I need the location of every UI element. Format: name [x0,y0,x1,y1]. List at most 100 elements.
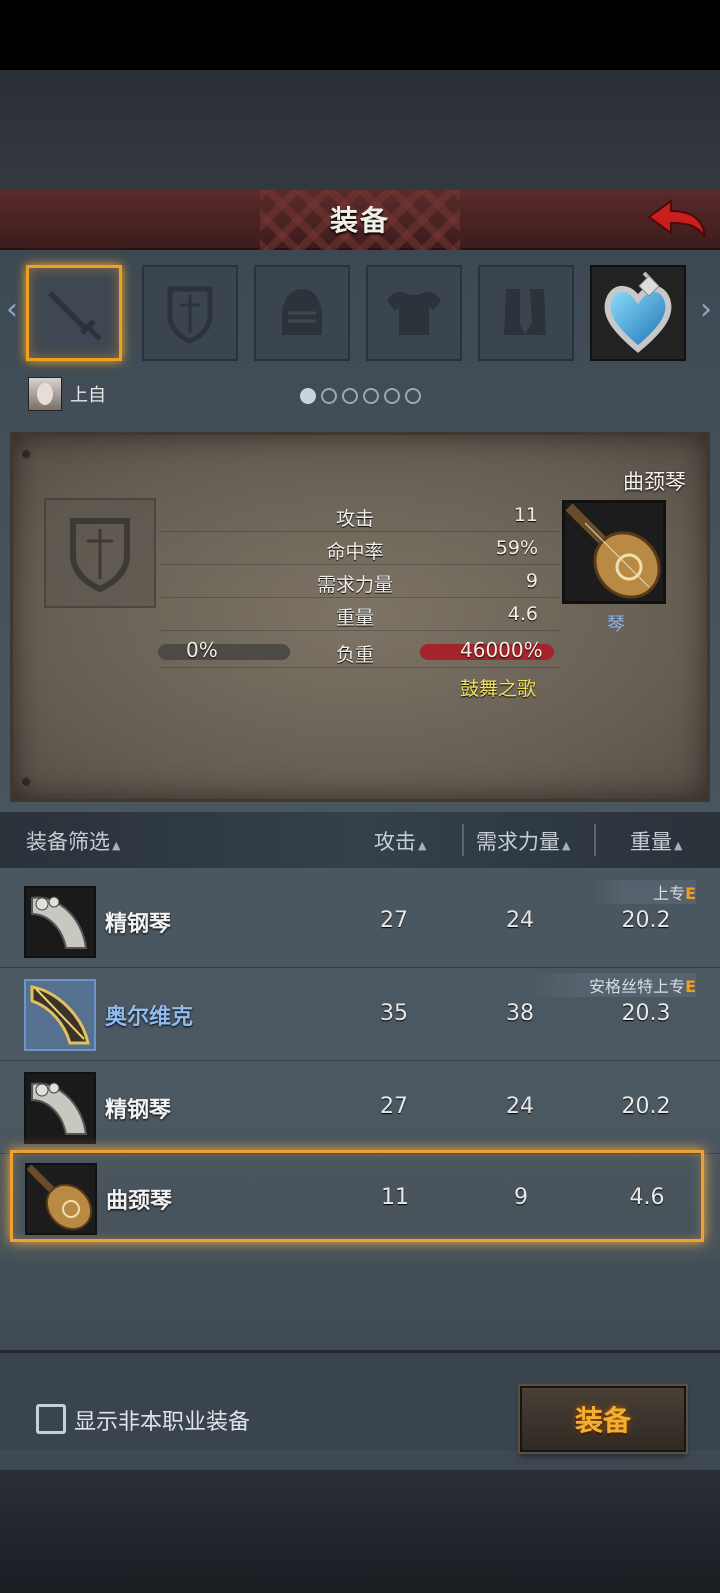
item-attack: 11 [381,1185,409,1210]
stat-value: 4.6 [507,603,538,625]
page-dot [384,388,400,404]
heart-pendant-icon [604,271,672,353]
show-other-class-checkbox[interactable] [36,1404,66,1434]
slot-helmet[interactable] [254,265,350,361]
stat-row-weight: 重量 4.6 [160,599,560,631]
background-lower [0,1470,720,1593]
page-dot [363,388,379,404]
list-empty-area [0,1262,720,1350]
item-weight: 20.2 [621,1094,671,1119]
sort-triangle-icon: ▲ [418,839,427,852]
background-upper [0,70,720,190]
stat-label: 重量 [335,607,374,629]
item-strength: 24 [506,908,534,933]
item-name: 精钢琴 [105,1098,172,1123]
column-divider [594,824,596,856]
list-item[interactable]: 上专E 精钢琴 27 24 20.2 [0,876,720,968]
nail-icon [20,776,32,788]
list-item-selected[interactable]: 曲颈琴 11 9 4.6 [10,1150,704,1242]
sword-icon [48,291,102,341]
set-name: 鼓舞之歌 [459,678,536,700]
item-weight: 20.3 [621,1001,671,1026]
sort-strength[interactable]: 需求力量 ▲ [476,826,570,856]
stat-label: 攻击 [335,508,374,530]
item-name: 精钢琴 [105,912,172,937]
lute-icon [27,1165,95,1233]
sort-attack[interactable]: 攻击 ▲ [374,826,426,856]
stat-label: 命中率 [326,541,384,563]
armor-icon [387,291,441,335]
item-weight: 4.6 [629,1185,665,1210]
slot-weapon[interactable] [26,265,122,361]
item-weight: 20.2 [621,908,671,933]
stat-label: 负重 [335,644,374,666]
slot-boots[interactable] [478,265,574,361]
load-percent-new: 46000% [460,638,543,662]
item-strength: 38 [506,1001,534,1026]
stat-row-accuracy: 命中率 59% [160,533,560,565]
item-icon [562,500,666,604]
page-dot [405,388,421,404]
grade-text: E [685,884,696,903]
steel-lute-icon [26,1074,94,1142]
item-strength: 24 [506,1094,534,1119]
grade-text: E [685,977,696,996]
list-item[interactable]: 安格丝特上专E 奥尔维克 35 38 20.3 [0,969,720,1061]
nail-icon [20,448,32,460]
col-strength-label: 需求力量 [476,830,560,854]
sort-triangle-icon: ▲ [112,839,121,852]
item-attack: 27 [380,908,408,933]
character-name: 上自 [70,385,106,406]
item-thumbnail [24,886,96,958]
item-thumbnail [25,1163,97,1235]
character-avatar [28,377,62,411]
class-tag-text: 上专 [653,884,686,903]
page-dot [321,388,337,404]
steel-lute-icon [26,888,94,956]
equipped-slot-placeholder [44,498,156,608]
item-name: 奥尔维克 [105,1005,194,1030]
stat-value: 9 [525,570,538,592]
shield-icon [167,286,213,344]
page-title: 装备 [329,204,390,237]
character-selector[interactable]: 上自 [28,376,106,412]
stat-row-strength: 需求力量 9 [160,566,560,598]
title-bar: 装备 [0,190,720,250]
list-header: 装备筛选 ▲ 攻击 ▲ 需求力量 ▲ 重量 ▲ [0,812,720,868]
slot-next-icon[interactable]: › [696,290,716,330]
list-item[interactable]: 精钢琴 27 24 20.2 [0,1062,720,1154]
filter-button[interactable]: 装备筛选 ▲ [26,826,120,856]
page-indicator [300,388,421,404]
stat-value: 59% [495,537,538,559]
load-bar-current [158,644,290,660]
filter-label: 装备筛选 [26,830,110,854]
stat-row-attack: 攻击 11 [160,500,560,532]
item-name: 曲颈琴 [623,470,686,494]
item-type: 琴 [607,614,625,635]
back-arrow-icon [647,199,706,238]
page-dot [300,388,316,404]
sort-weight[interactable]: 重量 ▲ [630,826,682,856]
class-tag-text: 安格丝特上专 [589,977,686,996]
item-thumbnail [24,1072,96,1144]
item-name: 曲颈琴 [106,1189,173,1214]
checkbox-label[interactable]: 显示非本职业装备 [74,1404,250,1436]
sort-triangle-icon: ▲ [562,839,571,852]
back-button[interactable] [644,196,708,244]
col-weight-label: 重量 [630,830,672,854]
column-divider [462,824,464,856]
slot-prev-icon[interactable]: ‹ [2,290,22,330]
slot-accessory[interactable] [590,265,686,361]
item-thumbnail [24,979,96,1051]
lute-icon [565,503,663,601]
status-bar [0,0,720,70]
equip-button[interactable]: 装备 [520,1386,686,1452]
slot-shield[interactable] [142,265,238,361]
shield-icon [70,518,130,593]
col-attack-label: 攻击 [374,830,416,854]
boots-icon [504,289,546,335]
slot-armor[interactable] [366,265,462,361]
helmet-icon [282,289,322,335]
page-dot [342,388,358,404]
stat-value: 11 [513,504,538,526]
